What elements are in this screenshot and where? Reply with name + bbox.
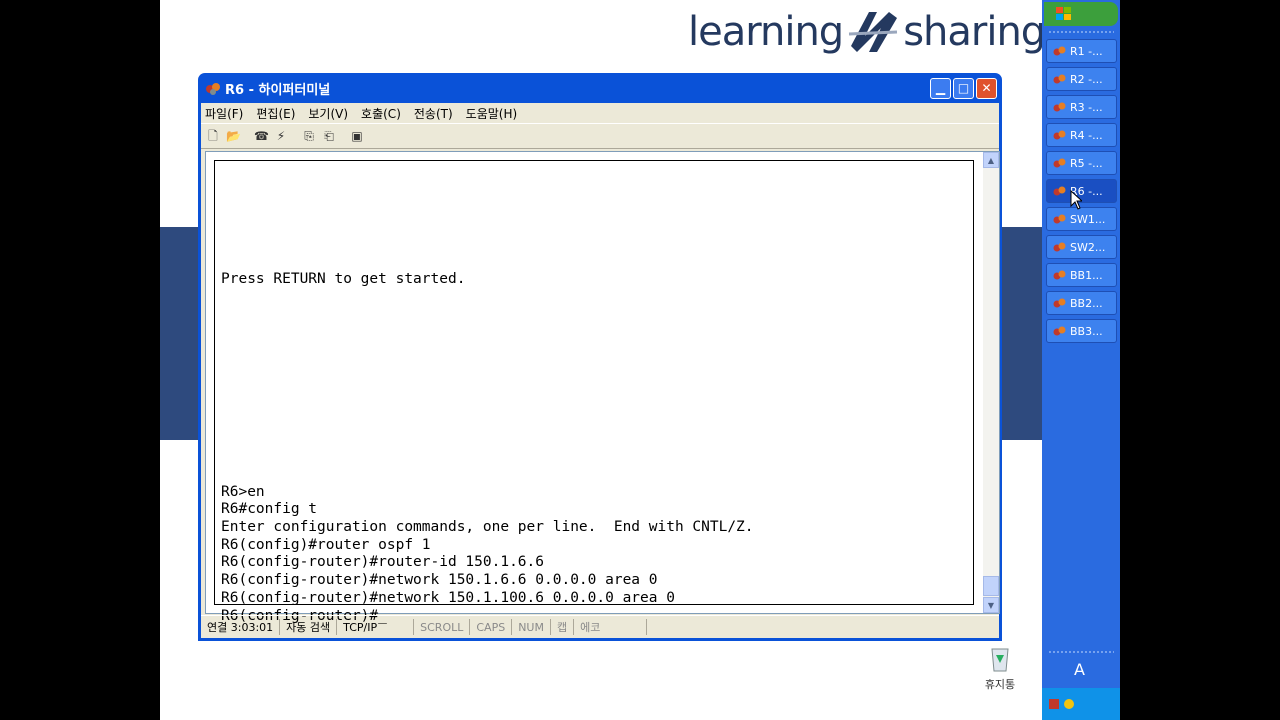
terminal-area[interactable]: Press RETURN to get started. R6>en R6#co… [205,151,1000,624]
hyperterminal-icon [1053,130,1066,140]
hyperterminal-icon [1053,242,1066,252]
recycle-bin-icon [991,648,1009,672]
taskbar-button-label: R4 -... [1070,128,1103,142]
status-scroll: SCROLL [414,619,471,635]
taskbar-button-label: BB3... [1070,324,1103,338]
windows-logo-icon [1056,7,1071,20]
taskbar: R1 -... R2 -... R3 -... R4 -... R5 -... R6 -.… [1042,0,1120,720]
hyperterminal-window: R6 - 하이퍼터미널 ▁ □ ✕ 파일(F) 편집(E) 보기(V) 호출(C… [198,73,1002,641]
recycle-bin-label: 휴지통 [984,678,1016,691]
statusbar: 연결 3:03:01 자동 검색 TCP/IP SCROLL CAPS NUM … [201,615,999,638]
hyperterminal-icon [206,83,220,95]
menu-file[interactable]: 파일(F) [205,105,243,122]
taskbar-button-label: SW1... [1070,212,1106,226]
receive-file-icon[interactable]: ⎗ [322,129,336,143]
hyperterminal-icon [1053,158,1066,168]
taskbar-button[interactable]: R2 -... [1046,67,1117,91]
taskbar-button[interactable]: R1 -... [1046,39,1117,63]
taskbar-button[interactable]: BB2... [1046,291,1117,315]
taskbar-button-label: BB1... [1070,268,1103,282]
status-num: NUM [512,619,551,635]
logo-right-text: sharing [903,9,1046,55]
hyperterminal-icon [1053,298,1066,308]
hyperterminal-icon [1053,270,1066,280]
close-button[interactable]: ✕ [976,77,997,99]
vertical-scrollbar[interactable]: ▲ ▼ [983,152,999,613]
terminal-output: Press RETURN to get started. R6>en R6#co… [221,271,754,624]
minimize-icon: ▁ [935,81,946,95]
decor-band-right [1002,227,1042,440]
status-protocol: TCP/IP [337,619,415,635]
open-folder-icon[interactable]: 📂 [226,129,241,143]
minimize-button[interactable]: ▁ [930,77,951,99]
system-tray [1042,688,1120,720]
taskbar-button-label: R5 -... [1070,156,1103,170]
send-file-icon[interactable]: ⎘ [302,129,316,143]
status-caps: CAPS [470,619,513,635]
window-client: 파일(F) 편집(E) 보기(V) 호출(C) 전송(T) 도움말(H) 🗋 📂… [201,103,1000,638]
hyperterminal-icon [1053,74,1066,84]
taskbar-button[interactable]: BB1... [1046,263,1117,287]
tray-app-icon[interactable] [1048,698,1060,710]
menubar: 파일(F) 편집(E) 보기(V) 호출(C) 전송(T) 도움말(H) [201,103,999,123]
hyperterminal-icon [1053,186,1066,196]
status-cap: 캡 [551,619,575,635]
learning-sharing-logo: learning sharing [688,4,1046,60]
menu-help[interactable]: 도움말(H) [466,105,518,122]
properties-icon[interactable]: ▣ [350,129,364,143]
taskbar-button[interactable]: BB3... [1046,319,1117,343]
logo-left-text: learning [688,9,844,55]
new-file-icon[interactable]: 🗋 [206,129,220,143]
status-echo: 에코 [574,619,648,635]
screen: learning sharing R6 - 하이퍼터미널 ▁ □ ✕ 파일(F)… [160,0,1120,720]
decor-band-left [160,227,200,440]
taskbar-button[interactable]: SW2... [1046,235,1117,259]
taskbar-button[interactable]: R3 -... [1046,95,1117,119]
taskbar-button-label: R3 -... [1070,100,1103,114]
disconnect-icon[interactable]: ⚡ [274,129,288,143]
tray-help-icon[interactable] [1063,698,1075,710]
hyperterminal-icon [1053,46,1066,56]
scroll-down-icon[interactable]: ▼ [983,597,999,613]
taskbar-button[interactable]: SW1... [1046,207,1117,231]
maximize-icon: □ [957,81,970,95]
menu-view[interactable]: 보기(V) [308,105,348,122]
toolbar: 🗋 📂 ☎ ⚡ ⎘ ⎗ ▣ [201,123,999,149]
scroll-thumb[interactable] [983,576,999,596]
maximize-button[interactable]: □ [953,77,974,99]
start-button[interactable] [1044,2,1118,26]
taskbar-grip [1048,30,1114,34]
status-connection: 연결 3:03:01 [201,619,281,635]
language-indicator[interactable]: A [1074,660,1085,679]
hyperterminal-icon [1053,214,1066,224]
menu-call[interactable]: 호출(C) [361,105,401,122]
hyperterminal-icon [1053,102,1066,112]
call-icon[interactable]: ☎ [254,129,269,143]
window-titlebar[interactable]: R6 - 하이퍼터미널 ▁ □ ✕ [201,73,999,103]
close-icon: ✕ [981,81,992,95]
menu-edit[interactable]: 편집(E) [256,105,295,122]
taskbar-button[interactable]: R5 -... [1046,151,1117,175]
taskbar-button-label: R2 -... [1070,72,1103,86]
terminal-screen[interactable]: Press RETURN to get started. R6>en R6#co… [214,160,974,624]
taskbar-button-label: SW2... [1070,240,1106,254]
taskbar-button[interactable]: R4 -... [1046,123,1117,147]
logo-mark-icon [849,12,898,52]
recycle-bin[interactable]: 휴지통 [980,643,1020,692]
status-detect: 자동 검색 [280,619,338,635]
taskbar-button-label: R1 -... [1070,44,1103,58]
taskbar-grip-lower [1048,650,1114,654]
menu-transfer[interactable]: 전송(T) [414,105,453,122]
mouse-cursor-icon [1070,190,1082,210]
scroll-up-icon[interactable]: ▲ [983,152,999,168]
window-title: R6 - 하이퍼터미널 [225,82,331,98]
hyperterminal-icon [1053,326,1066,336]
taskbar-button-label: BB2... [1070,296,1103,310]
